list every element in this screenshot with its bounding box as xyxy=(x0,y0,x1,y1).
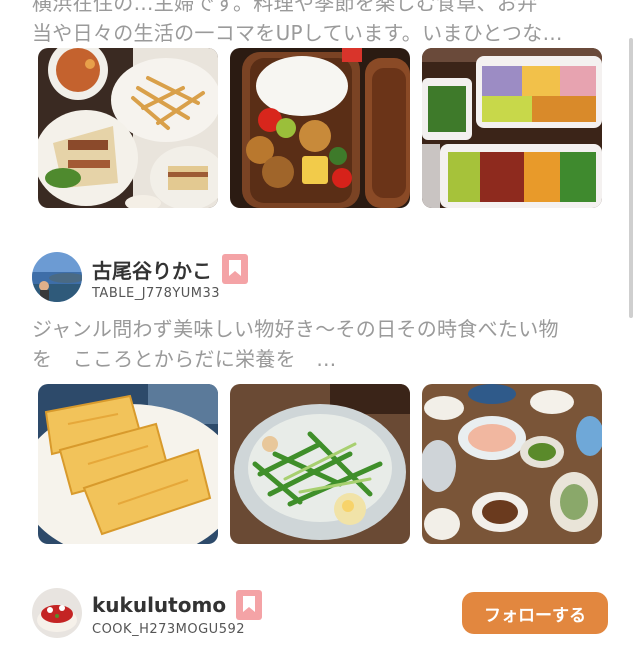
food-photo-spring-rolls[interactable] xyxy=(38,384,218,544)
user-name-row[interactable]: 古尾谷りかこ xyxy=(92,254,248,284)
scrollbar[interactable] xyxy=(629,38,633,318)
user-card[interactable]: kukulutomo COOK_H273MOGU592 フォローする xyxy=(32,588,608,648)
bookmark-badge-icon xyxy=(236,590,263,620)
food-photo-bento-containers[interactable] xyxy=(422,48,602,208)
user-bio-top: 横浜在住の…主婦です。料理や季節を楽しむ食卓、お弁 当や日々の生活の一コマをUP… xyxy=(32,0,608,48)
avatar[interactable] xyxy=(32,252,82,302)
user-display-name[interactable]: kukulutomo xyxy=(92,593,226,617)
follow-button[interactable]: フォローする xyxy=(462,592,608,634)
photo-row xyxy=(38,48,602,208)
food-photo-dinner-table[interactable] xyxy=(422,384,602,544)
user-bio: ジャンル問わず美味しい物好き～その日その時食べたい物 を こころとからだに栄養を… xyxy=(32,314,608,374)
bio-line: ジャンル問わず美味しい物好き～その日その時食べたい物 xyxy=(32,317,559,341)
food-photo-bento-box[interactable] xyxy=(230,48,410,208)
bio-line: 当や日々の生活の一コマをUPしています。いまひとつな… xyxy=(32,21,563,45)
bio-line: 横浜在住の…主婦です。料理や季節を楽しむ食卓、お弁 xyxy=(32,0,538,15)
food-photo-cucumber-salad[interactable] xyxy=(230,384,410,544)
food-photo-curry-fries-sandwich[interactable] xyxy=(38,48,218,208)
user-name-row[interactable]: kukulutomo xyxy=(92,590,263,620)
user-id: COOK_H273MOGU592 xyxy=(92,622,246,637)
photo-row xyxy=(38,384,602,544)
avatar[interactable] xyxy=(32,588,82,638)
user-display-name[interactable]: 古尾谷りかこ xyxy=(92,255,212,284)
bookmark-badge-icon xyxy=(222,254,248,284)
user-id: TABLE_J778YUM33 xyxy=(92,286,221,301)
bio-line: を こころとからだに栄養を … xyxy=(32,347,337,371)
user-card[interactable]: 古尾谷りかこ TABLE_J778YUM33 xyxy=(32,252,608,312)
